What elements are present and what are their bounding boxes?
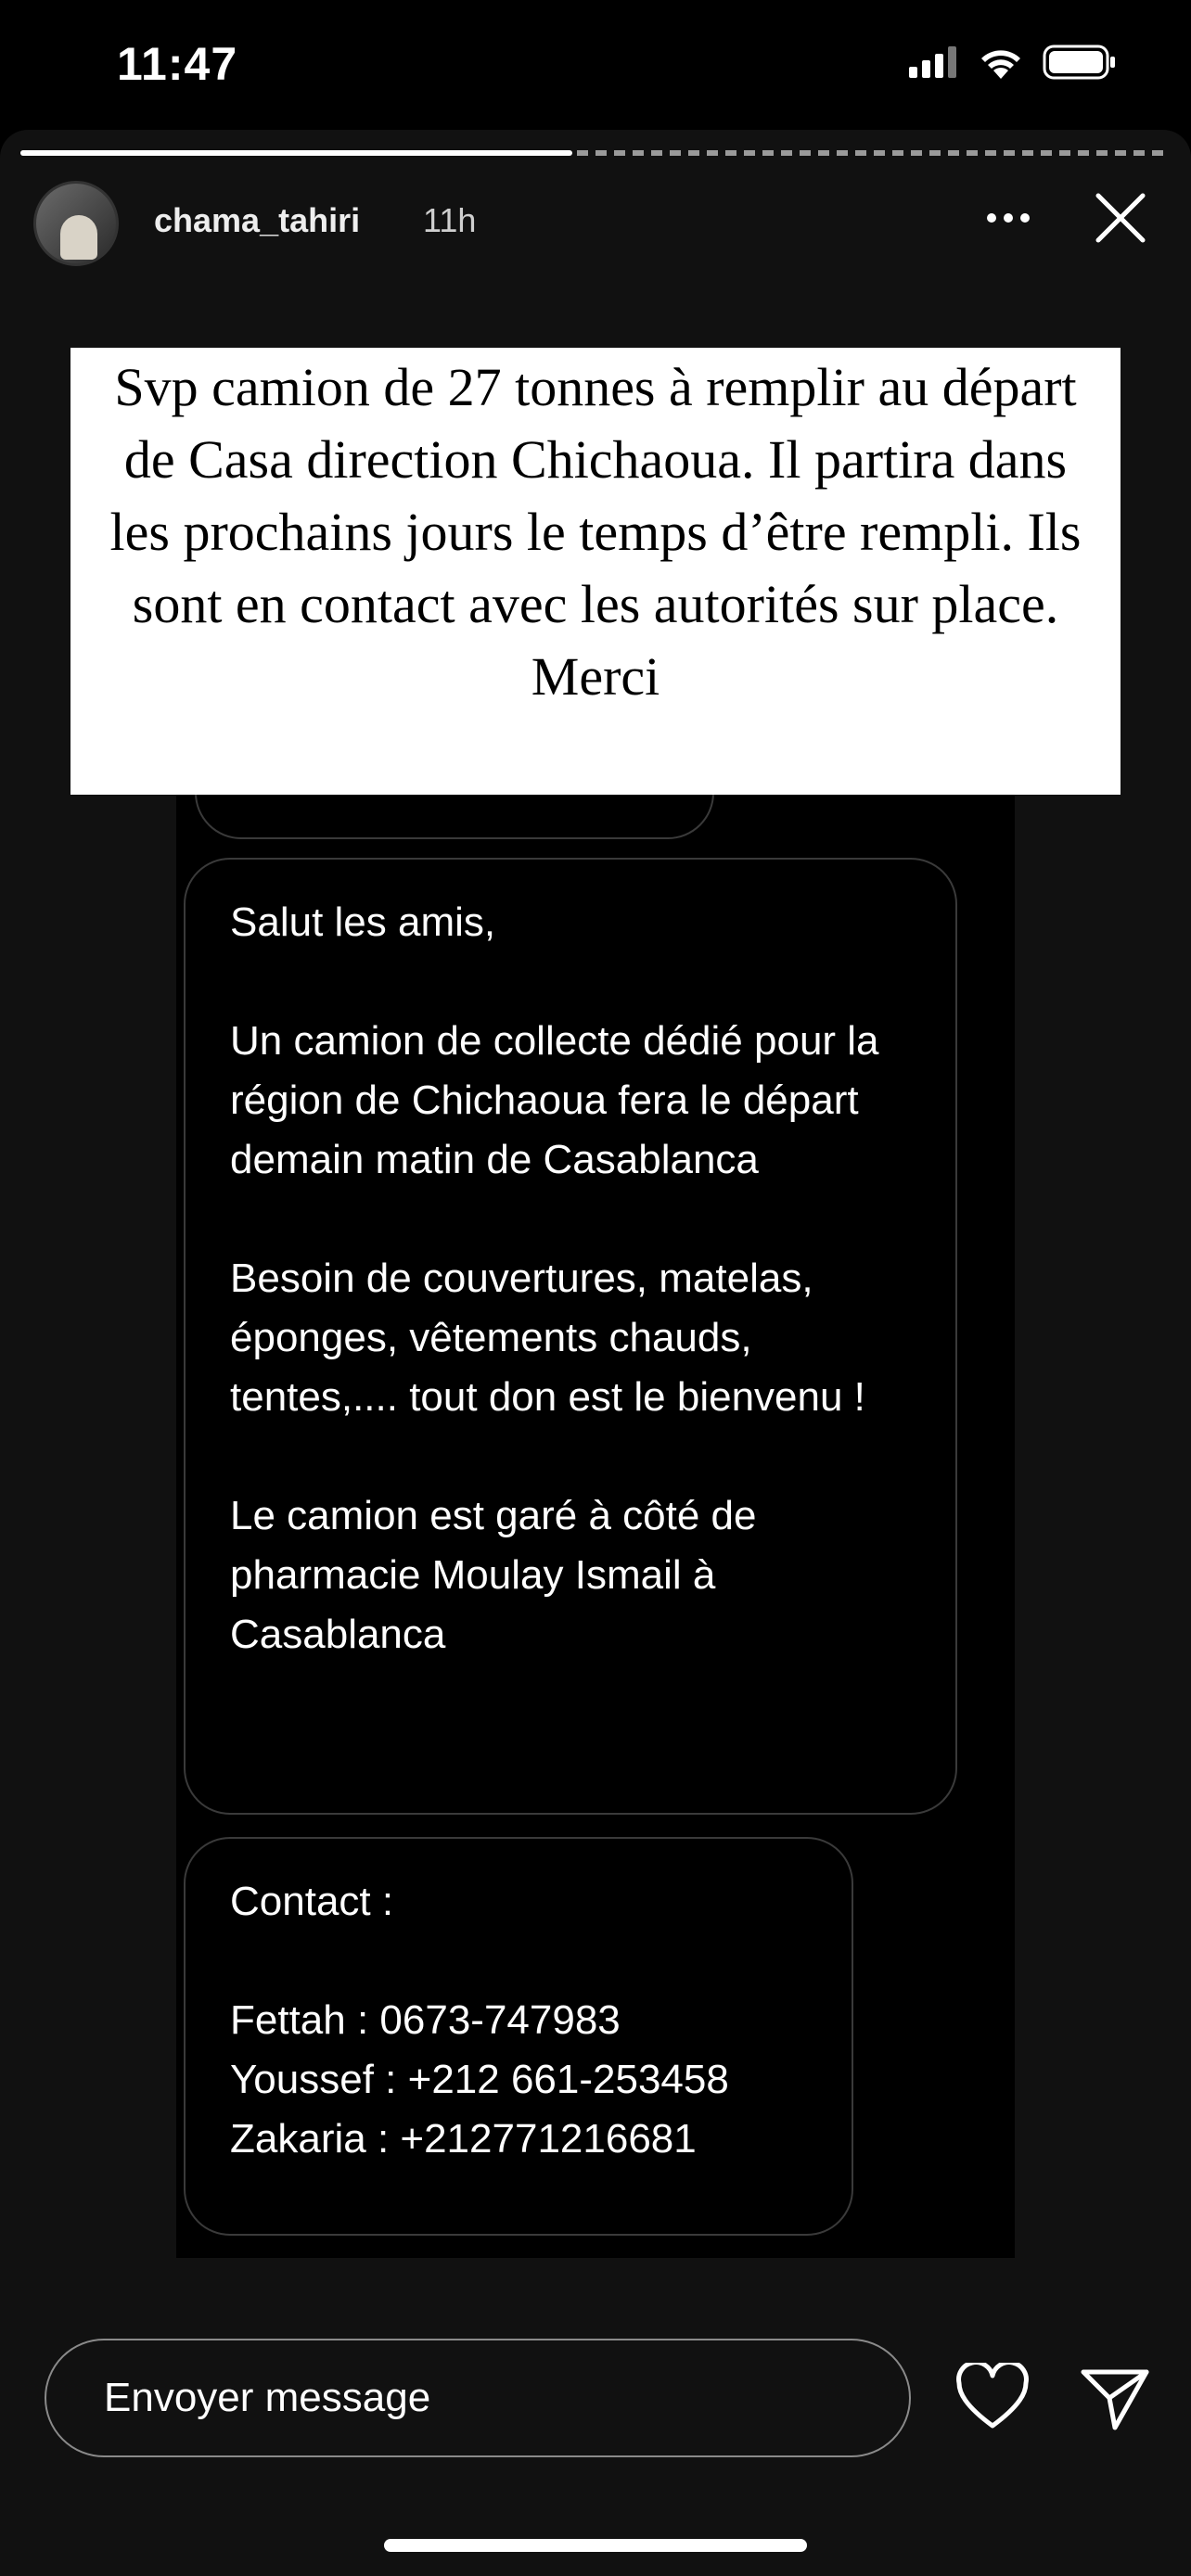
wifi-icon [981,50,1020,79]
story-time-ago: 11h [423,201,477,239]
shared-screenshot: Salut les amis, Un camion de collecte dé… [176,691,1015,2258]
story-caption: Svp camion de 27 tonnes à remplir au dép… [70,348,1121,795]
heart-icon[interactable] [955,2363,1030,2431]
reply-bar: Envoyer message [0,2327,1191,2457]
send-icon[interactable] [1078,2361,1152,2435]
status-bar: 11:47 [0,0,1191,130]
contact-message-bubble: Contact : Fettah : 0673-747983 Youssef :… [184,1837,853,2236]
home-indicator [384,2539,807,2552]
close-icon[interactable] [1083,181,1158,255]
avatar[interactable] [33,181,119,266]
status-time: 11:47 [117,38,238,90]
status-icons [909,45,1117,80]
story-view[interactable]: chama_tahiri 11h Salut les amis, Un cami… [0,130,1191,2576]
story-username[interactable]: chama_tahiri [154,201,360,240]
send-message-input[interactable]: Envoyer message [45,2339,911,2457]
message-bubble: Salut les amis, Un camion de collecte dé… [184,858,957,1815]
story-progress-fill [20,150,573,156]
cellular-signal-icon [909,46,956,78]
story-header: chama_tahiri 11h [33,181,1158,274]
story-progress-bar [20,150,1171,156]
battery-icon [1043,45,1115,80]
more-options-icon[interactable] [976,190,1041,246]
